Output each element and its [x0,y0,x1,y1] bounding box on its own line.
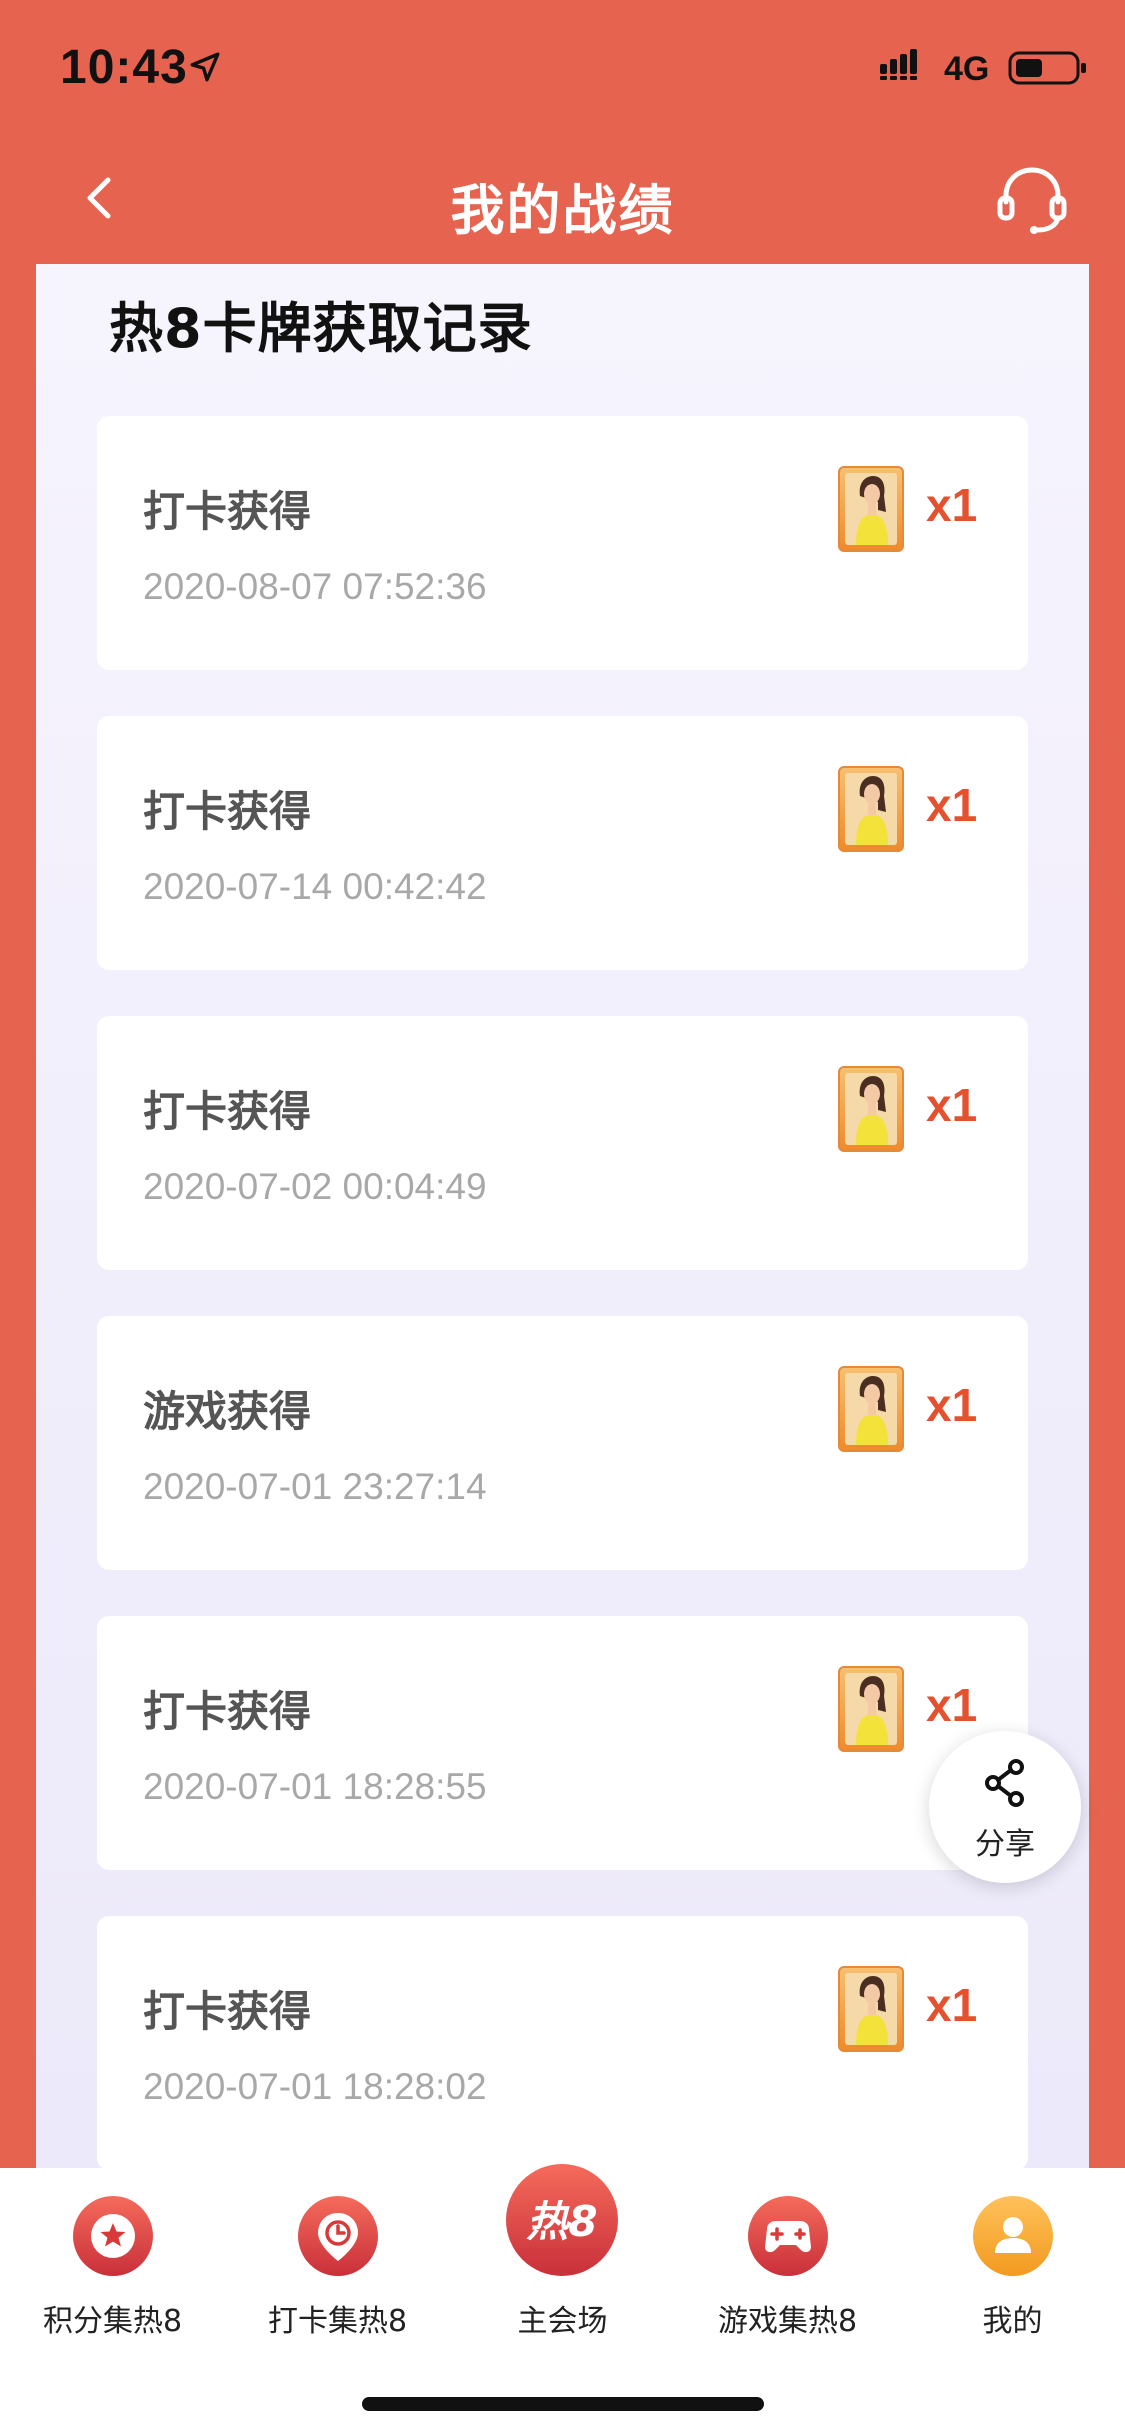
section-title: 热8卡牌获取记录 [109,297,533,360]
hot8-card-thumbnail-icon [838,466,904,552]
gamepad-icon [748,2196,828,2276]
record-item: 游戏获得 2020-07-01 23:27:14 x1 [97,1316,1028,1570]
nav-bar: 我的战绩 [0,132,1125,264]
record-quantity: x1 [926,1979,978,2031]
tab-checkin[interactable]: 打卡集热8 [225,2168,450,2368]
tab-label-points: 积分集热8 [42,2304,183,2339]
tab-label-main-venue: 主会场 [517,2304,608,2339]
record-time: 2020-07-02 00:04:49 [143,1166,487,1207]
hot8-card-thumbnail-icon [838,1666,904,1752]
record-source: 打卡获得 [143,487,312,536]
tab-label-checkin: 打卡集热8 [267,2304,408,2339]
tab-main-venue[interactable]: 热8 主会场 [450,2164,675,2368]
customer-service-headset-icon[interactable] [992,162,1072,236]
record-source: 打卡获得 [143,1687,312,1736]
status-time: 10:43 [60,41,188,94]
record-item: 打卡获得 2020-07-01 18:28:02 x1 [97,1916,1028,2168]
record-time: 2020-07-01 23:27:14 [143,1466,487,1507]
record-time: 2020-07-14 00:42:42 [143,866,487,907]
record-item: 打卡获得 2020-07-14 00:42:42 x1 [97,716,1028,970]
home-indicator [362,2397,764,2411]
star-badge-icon [73,2196,153,2276]
hot8-card-thumbnail-icon [838,1066,904,1152]
record-quantity: x1 [926,779,978,831]
tab-label-mine: 我的 [982,2304,1043,2339]
hot8-card-thumbnail-icon [838,766,904,852]
record-item: 打卡获得 2020-07-02 00:04:49 x1 [97,1016,1028,1270]
share-button[interactable]: 分享 [929,1731,1081,1883]
record-time: 2020-07-01 18:28:02 [143,2066,487,2107]
record-quantity: x1 [926,1679,978,1731]
bottom-tab-bar: 积分集热8 打卡集热8 热8 主会场 游戏集热8 我的 [0,2164,1125,2436]
hot8-card-thumbnail-icon [838,1966,904,2052]
status-bar: 10:43 4G [0,0,1125,132]
hot8-card-thumbnail-icon [838,1366,904,1452]
record-time: 2020-08-07 07:52:36 [143,566,487,607]
page-title: 我的战绩 [450,179,675,242]
record-source: 打卡获得 [143,1087,312,1136]
location-arrow-icon [190,52,220,82]
records-panel[interactable]: 热8卡牌获取记录 打卡获得 2020-08-07 07:52:36 x1 打卡获得 20… [36,264,1089,2168]
share-label: 分享 [975,1827,1035,1862]
tab-game[interactable]: 游戏集热8 [675,2168,900,2368]
record-quantity: x1 [926,479,978,531]
signal-icon [880,49,917,80]
hot8-logo-icon: 热8 [506,2164,618,2276]
hot8-logo-text: 热8 [526,2197,597,2246]
battery-icon [1008,51,1086,85]
record-quantity: x1 [926,1379,978,1431]
tab-points[interactable]: 积分集热8 [0,2168,225,2368]
tab-mine[interactable]: 我的 [900,2168,1125,2368]
record-item: 打卡获得 2020-07-01 18:28:55 x1 [97,1616,1028,1870]
record-source: 打卡获得 [143,1987,312,2036]
network-type: 4G [944,50,990,88]
record-source: 游戏获得 [143,1387,312,1436]
user-icon [973,2196,1053,2276]
record-item: 打卡获得 2020-08-07 07:52:36 x1 [97,416,1028,670]
tab-label-game: 游戏集热8 [717,2304,858,2339]
clock-pin-icon [298,2196,378,2276]
share-icon [985,1759,1024,1807]
record-time: 2020-07-01 18:28:55 [143,1766,487,1807]
record-quantity: x1 [926,1079,978,1131]
record-source: 打卡获得 [143,787,312,836]
